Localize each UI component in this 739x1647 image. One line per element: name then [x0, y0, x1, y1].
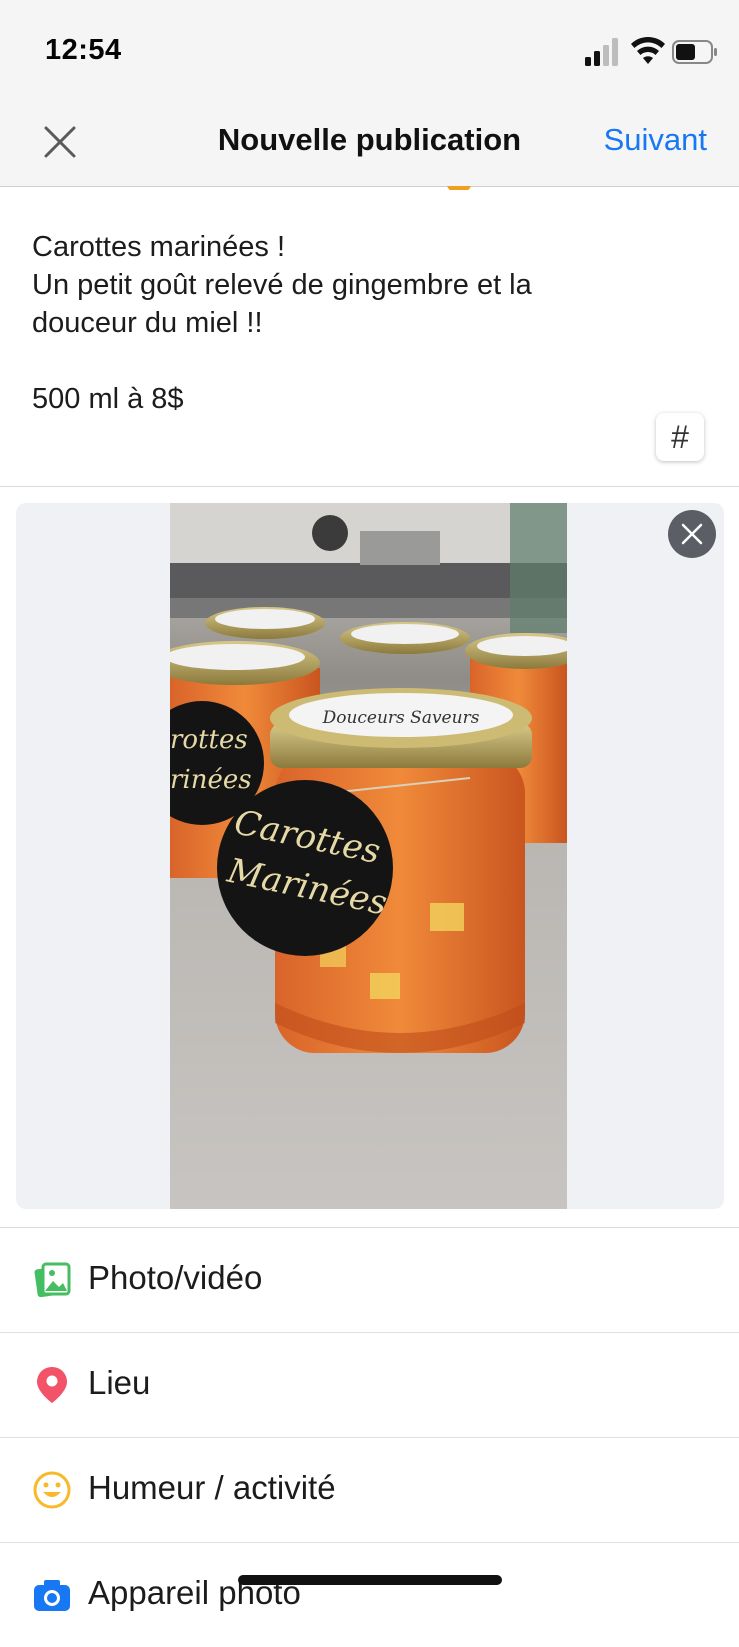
option-camera[interactable]: Appareil photo	[0, 1543, 739, 1647]
status-time: 12:54	[45, 34, 122, 66]
wifi-icon	[631, 36, 665, 64]
camera-icon	[34, 1580, 70, 1611]
media-preview: rottes rinées Douceurs Saveurs Carottes …	[16, 503, 724, 1209]
battery-icon	[672, 40, 717, 64]
smiley-icon	[33, 1471, 71, 1509]
option-label: Humeur / activité	[88, 1469, 336, 1506]
option-label: Lieu	[88, 1364, 151, 1401]
option-mood-activity[interactable]: Humeur / activité	[0, 1438, 739, 1543]
remove-photo-button[interactable]	[668, 510, 716, 558]
scrolled-content-edge	[0, 186, 739, 190]
option-location[interactable]: Lieu	[0, 1333, 739, 1438]
post-text-line: 500 ml à 8$	[32, 383, 184, 415]
post-text-line: Carottes marinées !	[32, 231, 286, 263]
photo-icon	[34, 1262, 71, 1298]
close-icon	[681, 523, 703, 545]
side-tag-text-2: rinées	[170, 765, 252, 795]
location-pin-icon	[37, 1367, 67, 1403]
hashtag-button[interactable]: #	[656, 413, 704, 461]
option-label: Photo/vidéo	[88, 1259, 263, 1296]
divider	[0, 486, 739, 487]
post-text-line	[32, 342, 672, 380]
post-text-line: Un petit goût relevé de gingembre et la	[32, 269, 532, 301]
attached-photo[interactable]: rottes rinées Douceurs Saveurs Carottes …	[170, 503, 567, 1209]
next-button[interactable]: Suivant	[604, 122, 707, 158]
post-text-area[interactable]: Carottes marinées ! Un petit goût relevé…	[32, 228, 672, 418]
side-tag-text-1: rottes	[170, 725, 248, 755]
option-photo-video[interactable]: Photo/vidéo	[0, 1228, 739, 1333]
cellular-signal-icon	[585, 38, 618, 66]
post-text-line: douceur du miel !!	[32, 307, 263, 339]
status-bar: 12:54	[0, 0, 739, 100]
home-indicator	[238, 1575, 502, 1585]
composer-header: Nouvelle publication Suivant	[0, 100, 739, 187]
lid-label: Douceurs Saveurs	[322, 708, 480, 728]
